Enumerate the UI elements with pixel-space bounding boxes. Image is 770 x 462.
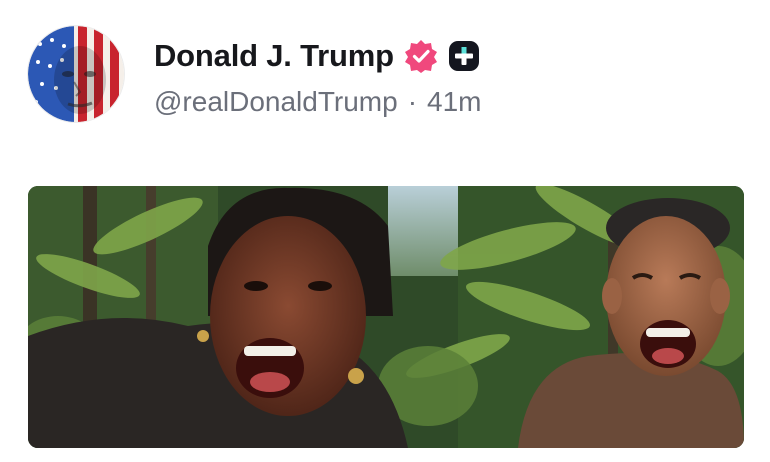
handle[interactable]: @realDonaldTrump [154, 86, 398, 118]
truth-plus-icon [448, 40, 480, 72]
truth-social-post: Donald J. Trump @realDonaldTrump · 41m [0, 0, 770, 462]
post-header: Donald J. Trump @realDonaldTrump · 41m [28, 26, 750, 130]
post-image-content [28, 186, 744, 448]
post-image[interactable] [28, 186, 744, 448]
avatar[interactable] [28, 26, 124, 122]
post-meta: @realDonaldTrump · 41m [154, 86, 482, 118]
meta-separator: · [407, 86, 418, 117]
post-identity: Donald J. Trump @realDonaldTrump · 41m [154, 36, 482, 118]
avatar-image [28, 26, 124, 122]
name-row: Donald J. Trump [154, 36, 482, 76]
display-name[interactable]: Donald J. Trump [154, 38, 394, 74]
timestamp[interactable]: 41m [427, 86, 481, 118]
verified-check-icon [404, 39, 438, 73]
